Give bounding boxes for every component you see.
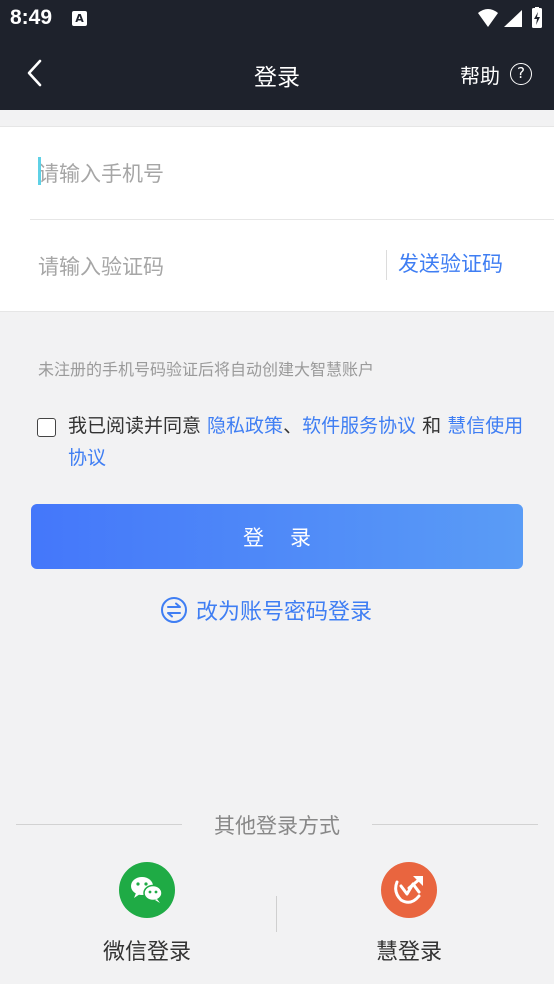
code-divider <box>386 250 387 280</box>
status-time: 8:49 <box>10 6 53 29</box>
agreement-prefix: 我已阅读并同意 <box>68 415 208 437</box>
agreement-separator: 、 <box>283 415 303 437</box>
agreement-checkbox[interactable] <box>37 418 56 437</box>
phone-input[interactable] <box>38 157 368 191</box>
code-row: 发送验证码 <box>30 220 554 312</box>
other-login-header: 其他登录方式 <box>16 808 538 842</box>
wifi-icon <box>478 9 498 27</box>
battery-icon <box>532 6 542 28</box>
agreement-text: 我已阅读并同意 隐私政策、软件服务协议 和 慧信使用协议 <box>68 410 528 474</box>
other-login-title: 其他登录方式 <box>214 814 340 838</box>
switch-login-label: 改为账号密码登录 <box>196 600 373 625</box>
help-button[interactable]: 帮助 ? <box>460 60 532 88</box>
login-button[interactable]: 登录 <box>31 504 523 569</box>
status-bar: 8:49 A <box>0 0 554 38</box>
phone-row <box>30 127 554 220</box>
wechat-login-button[interactable]: 微信登录 <box>92 862 202 972</box>
status-icons <box>476 6 546 31</box>
agreement-and: 和 <box>416 415 448 437</box>
help-label: 帮助 <box>460 63 500 88</box>
notification-a-icon: A <box>72 11 87 26</box>
hui-logo-icon <box>381 862 437 918</box>
swap-icon <box>161 597 187 623</box>
hui-login-button[interactable]: 慧登录 <box>354 862 464 972</box>
options-divider <box>276 896 277 932</box>
login-form: 发送验证码 <box>0 126 554 312</box>
divider-left <box>16 824 182 825</box>
wechat-icon <box>119 862 175 918</box>
hui-login-label: 慧登录 <box>375 940 442 965</box>
auto-register-hint: 未注册的手机号码验证后将自动创建大智慧账户 <box>38 360 375 379</box>
signal-icon <box>504 10 522 27</box>
divider-right <box>372 824 538 825</box>
wechat-login-label: 微信登录 <box>102 940 191 965</box>
text-caret <box>38 157 41 185</box>
service-agreement-link[interactable]: 软件服务协议 <box>302 415 416 437</box>
privacy-policy-link[interactable]: 隐私政策 <box>207 415 283 437</box>
send-code-button[interactable]: 发送验证码 <box>398 248 503 278</box>
question-mark-icon: ? <box>510 63 532 85</box>
nav-bar: 登录 帮助 ? <box>0 38 554 110</box>
switch-to-password-login[interactable]: 改为账号密码登录 <box>160 592 372 628</box>
verification-code-input[interactable] <box>38 250 368 284</box>
